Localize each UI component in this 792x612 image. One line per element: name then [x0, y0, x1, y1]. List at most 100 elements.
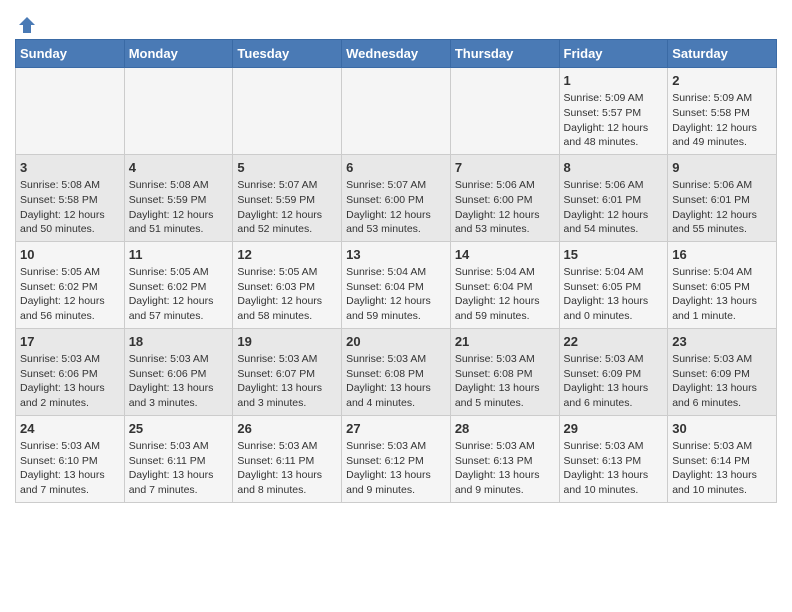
calendar-cell: 4Sunrise: 5:08 AMSunset: 5:59 PMDaylight… [124, 154, 233, 241]
day-number: 15 [564, 246, 664, 264]
day-info: Sunrise: 5:03 AM [20, 439, 120, 454]
calendar-cell: 11Sunrise: 5:05 AMSunset: 6:02 PMDayligh… [124, 241, 233, 328]
logo-icon [17, 15, 37, 35]
calendar-cell: 1Sunrise: 5:09 AMSunset: 5:57 PMDaylight… [559, 68, 668, 155]
day-number: 13 [346, 246, 446, 264]
calendar-cell: 9Sunrise: 5:06 AMSunset: 6:01 PMDaylight… [668, 154, 777, 241]
day-info: Sunset: 6:06 PM [129, 367, 229, 382]
day-info: Daylight: 13 hours and 6 minutes. [564, 381, 664, 410]
day-info: Sunrise: 5:03 AM [455, 352, 555, 367]
day-info: Sunrise: 5:03 AM [564, 352, 664, 367]
day-number: 19 [237, 333, 337, 351]
calendar-cell: 24Sunrise: 5:03 AMSunset: 6:10 PMDayligh… [16, 415, 125, 502]
day-number: 21 [455, 333, 555, 351]
calendar-cell [124, 68, 233, 155]
day-number: 16 [672, 246, 772, 264]
day-info: Sunrise: 5:09 AM [564, 91, 664, 106]
day-number: 8 [564, 159, 664, 177]
day-info: Sunrise: 5:03 AM [672, 352, 772, 367]
day-info: Daylight: 12 hours and 56 minutes. [20, 294, 120, 323]
day-info: Sunrise: 5:07 AM [346, 178, 446, 193]
day-number: 25 [129, 420, 229, 438]
calendar-cell: 25Sunrise: 5:03 AMSunset: 6:11 PMDayligh… [124, 415, 233, 502]
day-number: 24 [20, 420, 120, 438]
day-info: Sunrise: 5:04 AM [672, 265, 772, 280]
day-info: Sunset: 6:09 PM [564, 367, 664, 382]
day-info: Daylight: 12 hours and 52 minutes. [237, 208, 337, 237]
day-info: Sunset: 6:04 PM [455, 280, 555, 295]
day-info: Sunset: 6:09 PM [672, 367, 772, 382]
calendar-cell: 22Sunrise: 5:03 AMSunset: 6:09 PMDayligh… [559, 328, 668, 415]
header [15, 10, 777, 31]
day-info: Sunset: 6:08 PM [455, 367, 555, 382]
day-info: Daylight: 12 hours and 48 minutes. [564, 121, 664, 150]
calendar-cell: 26Sunrise: 5:03 AMSunset: 6:11 PMDayligh… [233, 415, 342, 502]
day-info: Daylight: 13 hours and 3 minutes. [129, 381, 229, 410]
day-info: Daylight: 12 hours and 53 minutes. [346, 208, 446, 237]
day-number: 18 [129, 333, 229, 351]
day-header-tuesday: Tuesday [233, 40, 342, 68]
calendar-cell: 14Sunrise: 5:04 AMSunset: 6:04 PMDayligh… [450, 241, 559, 328]
day-info: Sunset: 6:00 PM [346, 193, 446, 208]
calendar-cell: 12Sunrise: 5:05 AMSunset: 6:03 PMDayligh… [233, 241, 342, 328]
calendar-cell [342, 68, 451, 155]
calendar-cell: 8Sunrise: 5:06 AMSunset: 6:01 PMDaylight… [559, 154, 668, 241]
day-info: Sunset: 6:02 PM [20, 280, 120, 295]
day-info: Sunset: 6:12 PM [346, 454, 446, 469]
day-info: Sunset: 6:07 PM [237, 367, 337, 382]
calendar-week-row: 17Sunrise: 5:03 AMSunset: 6:06 PMDayligh… [16, 328, 777, 415]
day-info: Daylight: 12 hours and 59 minutes. [455, 294, 555, 323]
day-info: Daylight: 12 hours and 54 minutes. [564, 208, 664, 237]
day-number: 29 [564, 420, 664, 438]
day-info: Sunset: 6:13 PM [564, 454, 664, 469]
calendar-cell: 27Sunrise: 5:03 AMSunset: 6:12 PMDayligh… [342, 415, 451, 502]
day-info: Sunset: 6:14 PM [672, 454, 772, 469]
day-info: Sunrise: 5:04 AM [455, 265, 555, 280]
day-info: Daylight: 13 hours and 10 minutes. [564, 468, 664, 497]
day-info: Sunset: 6:05 PM [672, 280, 772, 295]
day-info: Sunset: 6:01 PM [672, 193, 772, 208]
calendar-cell: 2Sunrise: 5:09 AMSunset: 5:58 PMDaylight… [668, 68, 777, 155]
day-info: Daylight: 13 hours and 10 minutes. [672, 468, 772, 497]
day-number: 23 [672, 333, 772, 351]
day-info: Daylight: 13 hours and 7 minutes. [20, 468, 120, 497]
day-number: 30 [672, 420, 772, 438]
day-info: Sunrise: 5:06 AM [455, 178, 555, 193]
day-header-thursday: Thursday [450, 40, 559, 68]
day-info: Daylight: 12 hours and 55 minutes. [672, 208, 772, 237]
day-info: Daylight: 13 hours and 8 minutes. [237, 468, 337, 497]
day-info: Sunset: 6:05 PM [564, 280, 664, 295]
day-header-friday: Friday [559, 40, 668, 68]
calendar-cell: 5Sunrise: 5:07 AMSunset: 5:59 PMDaylight… [233, 154, 342, 241]
day-info: Sunrise: 5:06 AM [564, 178, 664, 193]
day-info: Sunset: 6:01 PM [564, 193, 664, 208]
calendar-cell: 18Sunrise: 5:03 AMSunset: 6:06 PMDayligh… [124, 328, 233, 415]
day-info: Sunset: 6:13 PM [455, 454, 555, 469]
calendar-week-row: 1Sunrise: 5:09 AMSunset: 5:57 PMDaylight… [16, 68, 777, 155]
day-info: Daylight: 12 hours and 58 minutes. [237, 294, 337, 323]
day-info: Sunrise: 5:05 AM [129, 265, 229, 280]
day-info: Sunset: 6:03 PM [237, 280, 337, 295]
day-info: Daylight: 13 hours and 4 minutes. [346, 381, 446, 410]
day-header-saturday: Saturday [668, 40, 777, 68]
day-info: Sunset: 6:02 PM [129, 280, 229, 295]
day-info: Sunrise: 5:06 AM [672, 178, 772, 193]
day-info: Daylight: 12 hours and 49 minutes. [672, 121, 772, 150]
day-info: Sunrise: 5:03 AM [129, 352, 229, 367]
day-info: Sunset: 6:06 PM [20, 367, 120, 382]
day-info: Sunrise: 5:03 AM [237, 352, 337, 367]
calendar-cell: 20Sunrise: 5:03 AMSunset: 6:08 PMDayligh… [342, 328, 451, 415]
calendar-cell: 23Sunrise: 5:03 AMSunset: 6:09 PMDayligh… [668, 328, 777, 415]
calendar-cell: 7Sunrise: 5:06 AMSunset: 6:00 PMDaylight… [450, 154, 559, 241]
day-info: Sunset: 5:58 PM [672, 106, 772, 121]
day-number: 20 [346, 333, 446, 351]
calendar-cell [16, 68, 125, 155]
day-info: Sunset: 6:00 PM [455, 193, 555, 208]
day-info: Daylight: 12 hours and 51 minutes. [129, 208, 229, 237]
day-header-sunday: Sunday [16, 40, 125, 68]
day-info: Sunset: 6:08 PM [346, 367, 446, 382]
day-info: Sunset: 5:57 PM [564, 106, 664, 121]
calendar-cell: 21Sunrise: 5:03 AMSunset: 6:08 PMDayligh… [450, 328, 559, 415]
calendar-table: SundayMondayTuesdayWednesdayThursdayFrid… [15, 39, 777, 503]
calendar-cell: 17Sunrise: 5:03 AMSunset: 6:06 PMDayligh… [16, 328, 125, 415]
